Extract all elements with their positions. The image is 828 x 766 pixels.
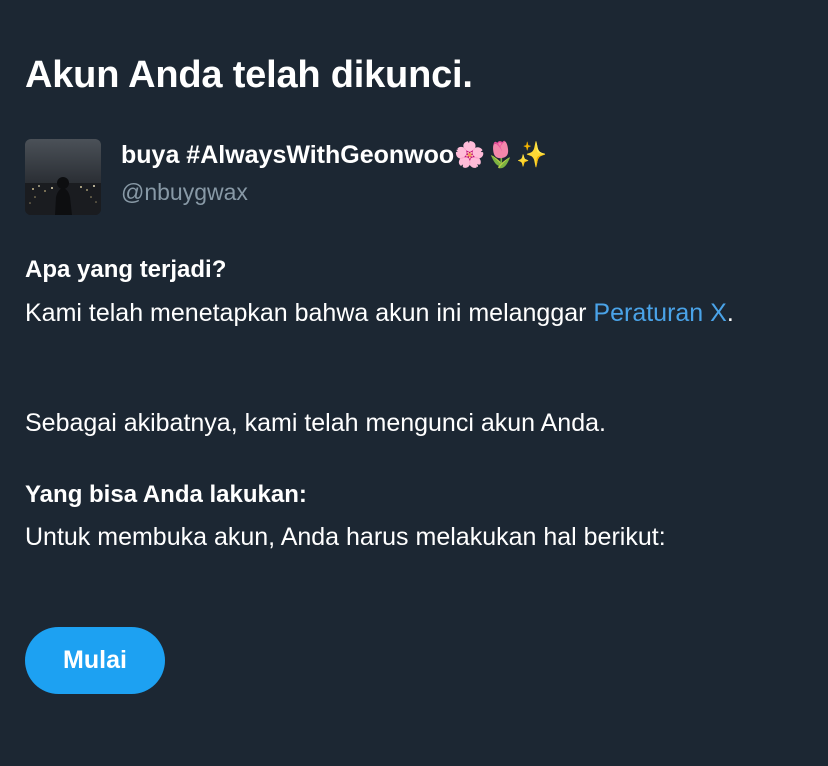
start-button[interactable]: Mulai xyxy=(25,627,165,694)
violation-text: Kami telah menetapkan bahwa akun ini mel… xyxy=(25,295,800,332)
violation-text-end: . xyxy=(726,299,734,327)
account-display-name: buya #AlwaysWithGeonwoo🌸🌷✨ xyxy=(121,141,548,169)
page-title: Akun Anda telah dikunci. xyxy=(25,54,473,96)
rules-link[interactable]: Peraturan X xyxy=(593,299,726,327)
night-city-photo-icon xyxy=(25,139,101,215)
violation-text-start: Kami telah menetapkan bahwa akun ini mel… xyxy=(25,299,594,327)
what-happened-heading: Apa yang terjadi? xyxy=(25,256,227,283)
unlock-instructions-text: Untuk membuka akun, Anda harus melakukan… xyxy=(25,523,666,551)
account-profile: buya #AlwaysWithGeonwoo🌸🌷✨ @nbuygwax xyxy=(25,139,785,217)
what-you-can-do-heading: Yang bisa Anda lakukan: xyxy=(25,481,307,508)
avatar xyxy=(25,139,101,215)
account-handle: @nbuygwax xyxy=(121,179,248,205)
consequence-text: Sebagai akibatnya, kami telah mengunci a… xyxy=(25,409,606,437)
